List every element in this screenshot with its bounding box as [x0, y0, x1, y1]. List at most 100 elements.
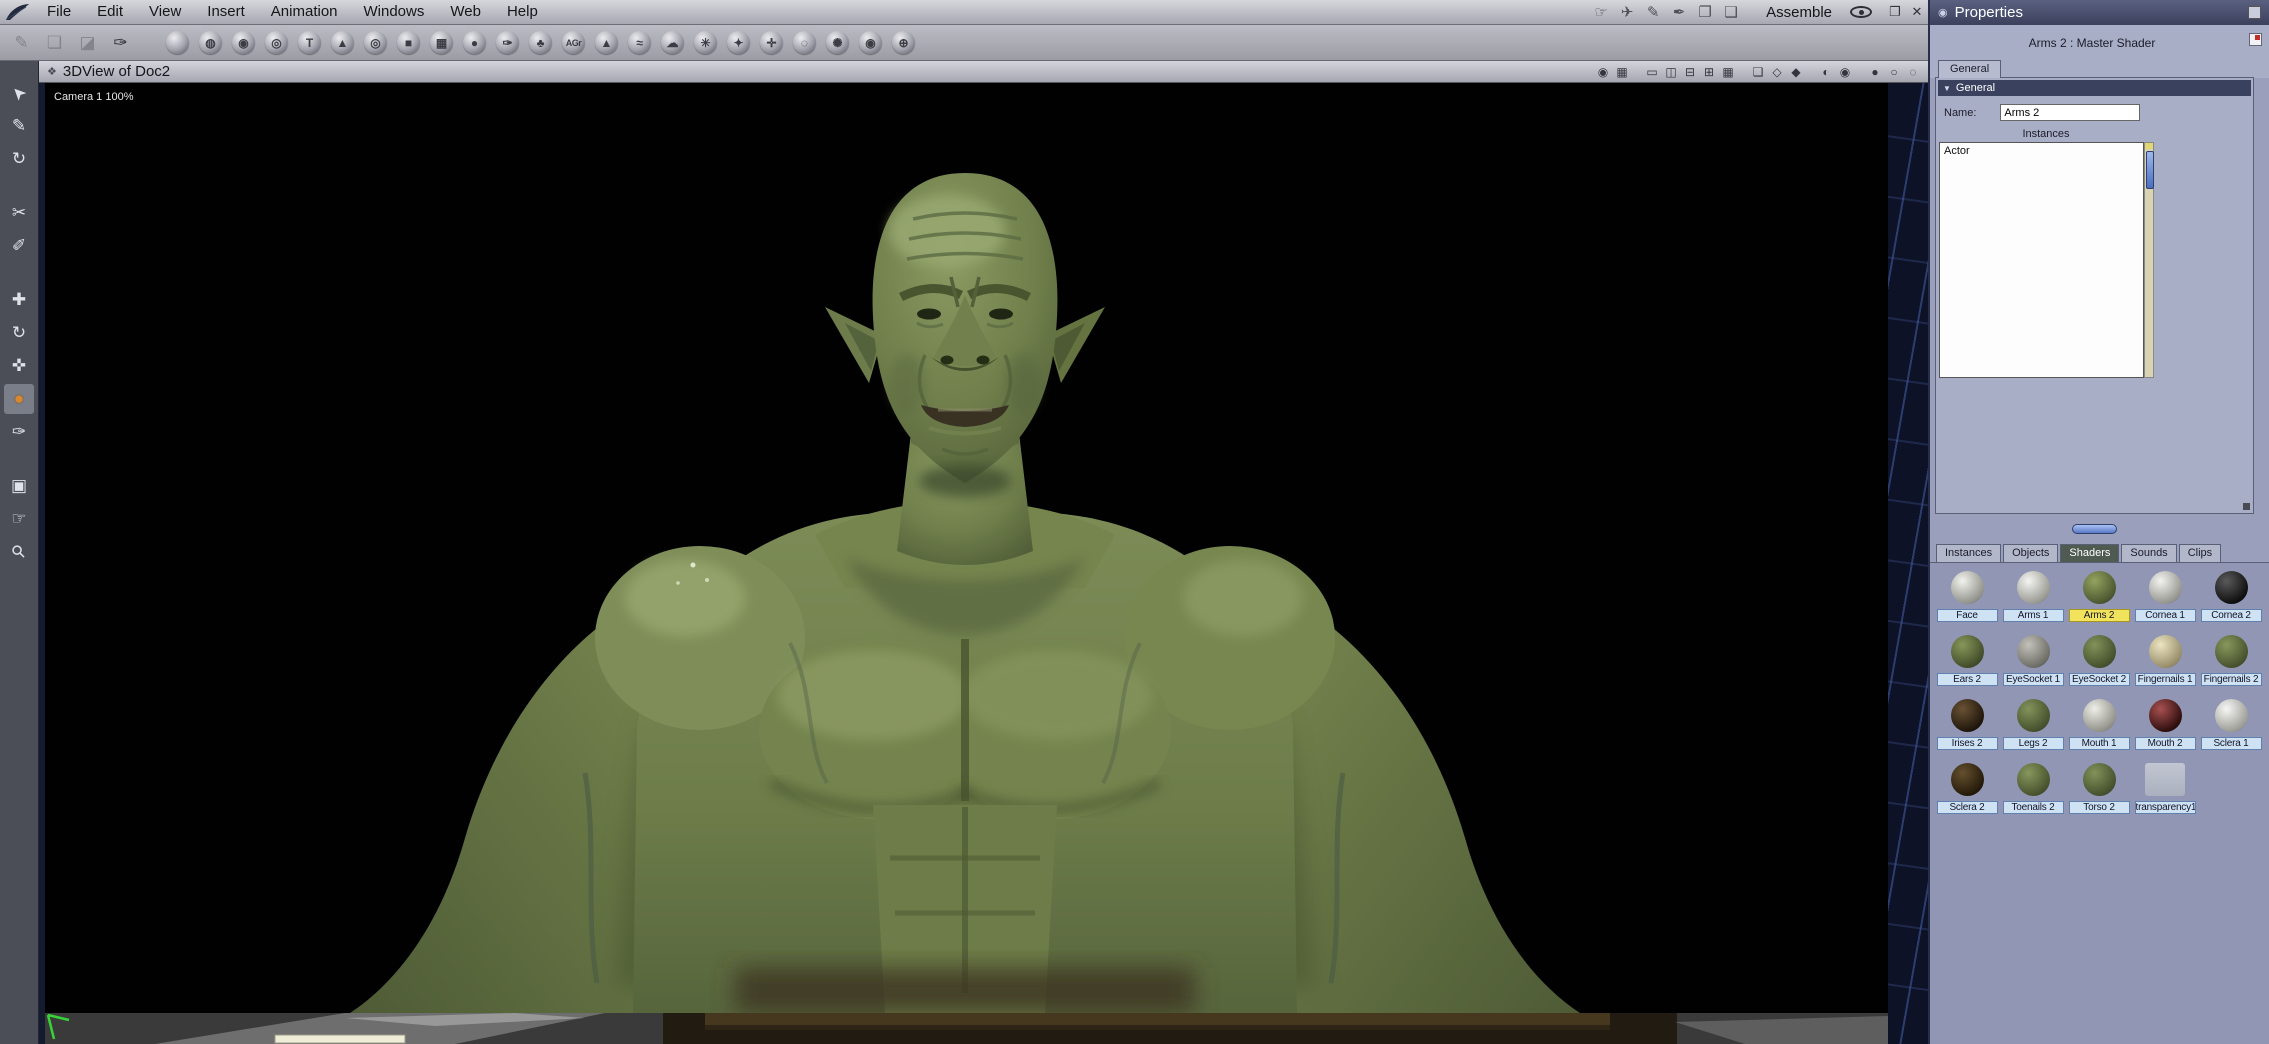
tab-general[interactable]: General	[1938, 60, 2002, 78]
menu-help[interactable]: Help	[494, 0, 551, 24]
shader-eyesocket-1[interactable]: EyeSocket 1	[2001, 635, 2065, 699]
shader-eyesocket-2[interactable]: EyeSocket 2	[2067, 635, 2131, 699]
tab-clips[interactable]: Clips	[2178, 544, 2222, 562]
shader-ears-2[interactable]: Ears 2	[1935, 635, 1999, 699]
pan-tool-icon[interactable]: ☞	[4, 504, 34, 534]
shader-arms-2[interactable]: Arms 2	[2067, 571, 2131, 635]
insert-plant-icon[interactable]: ♣	[527, 29, 554, 56]
room-mode-label[interactable]: Assemble	[1766, 4, 1832, 21]
menu-file[interactable]: File	[34, 0, 84, 24]
package-2-icon[interactable]: ❑	[1718, 3, 1744, 21]
insert-light-icon[interactable]: ✺	[824, 29, 851, 56]
backdrop-icon[interactable]: ◌	[1906, 65, 1920, 79]
paint-select-tool-icon[interactable]: ✎	[4, 111, 34, 141]
insert-camera-icon[interactable]: ◉	[857, 29, 884, 56]
shader-fingernails-1[interactable]: Fingernails 1	[2133, 635, 2197, 699]
panel-splitter-handle[interactable]	[2072, 524, 2117, 534]
layout-single-icon[interactable]: ▭	[1645, 65, 1659, 79]
camera-tool-icon[interactable]: ▣	[4, 471, 34, 501]
wireframe-mode-icon[interactable]: ◇	[1770, 65, 1784, 79]
menu-insert[interactable]: Insert	[194, 0, 258, 24]
insert-oval-icon[interactable]: ●	[461, 29, 488, 56]
insert-cone-icon[interactable]: ▲	[329, 29, 356, 56]
wand-tool-icon[interactable]: ✎	[8, 29, 35, 56]
eyedropper-tool-icon[interactable]: ✐	[4, 231, 34, 261]
texture-shade-icon[interactable]: ◉	[1838, 65, 1852, 79]
layout-4-icon[interactable]: ▦	[1721, 65, 1735, 79]
rotate-view-tool-icon[interactable]: ↻	[4, 144, 34, 174]
shader-mouth-1[interactable]: Mouth 1	[2067, 699, 2131, 763]
smooth-shade-icon[interactable]: ◐	[1819, 65, 1833, 79]
shader-arms-1[interactable]: Arms 1	[2001, 571, 2065, 635]
shader-transparency1[interactable]: transparency1	[2133, 763, 2197, 827]
shader-irises-2[interactable]: Irises 2	[1935, 699, 1999, 763]
pen-icon[interactable]: ✎	[1640, 3, 1666, 21]
viewport-widget-icon[interactable]: ❖	[47, 65, 57, 78]
package-icon[interactable]: ❐	[1692, 3, 1718, 21]
shader-detach-icon[interactable]	[2249, 33, 2262, 46]
scene-viewport[interactable]: Camera 1 100%	[39, 83, 1928, 1044]
shader-face[interactable]: Face	[1935, 571, 1999, 635]
restore-button[interactable]: ❐	[1884, 4, 1906, 20]
insert-bones-icon[interactable]: ✛	[758, 29, 785, 56]
stamp-tool-icon[interactable]: ◪	[74, 29, 101, 56]
menu-animation[interactable]: Animation	[258, 0, 351, 24]
insert-plane-icon[interactable]: ▦	[428, 29, 455, 56]
insert-metaball-icon[interactable]: ◉	[230, 29, 257, 56]
insert-brush-icon[interactable]: ✑	[494, 29, 521, 56]
rotate-tool-icon[interactable]: ↻	[4, 318, 34, 348]
eraser-tool-icon[interactable]: ❏	[41, 29, 68, 56]
resize-notch[interactable]	[2243, 503, 2250, 510]
insert-cloud-icon[interactable]: ☁	[659, 29, 686, 56]
shader-toenails-2[interactable]: Toenails 2	[2001, 763, 2065, 827]
panel-gadget-icon[interactable]	[2248, 6, 2261, 19]
insert-fog-icon[interactable]: ◌	[791, 29, 818, 56]
ink-pen-icon[interactable]: ✒	[1666, 3, 1692, 21]
paintbrush-tool-icon[interactable]: ✑	[107, 29, 134, 56]
select-tool-icon[interactable]: ➤	[0, 72, 40, 114]
preview-sphere-icon[interactable]: ●	[1868, 65, 1882, 79]
shader-name-input[interactable]	[2000, 104, 2141, 121]
shader-ball-tool-icon[interactable]: ●	[4, 384, 34, 414]
insert-vertex-object-icon[interactable]: ◍	[197, 29, 224, 56]
insert-fountain-icon[interactable]: ✦	[725, 29, 752, 56]
timeline-bar[interactable]	[274, 1034, 406, 1044]
wire-sphere-icon[interactable]: ○	[1887, 65, 1901, 79]
production-frame-icon[interactable]: ❏	[1751, 65, 1765, 79]
zoom-tool-icon[interactable]: ⚲	[0, 531, 40, 573]
shader-sclera-1[interactable]: Sclera 1	[2199, 699, 2263, 763]
instances-list[interactable]: Actor	[1939, 142, 2144, 378]
insert-ocean-icon[interactable]: ≈	[626, 29, 653, 56]
menu-web[interactable]: Web	[437, 0, 494, 24]
shader-fingernails-2[interactable]: Fingernails 2	[2199, 635, 2263, 699]
scrollbar-thumb[interactable]	[2145, 151, 2154, 189]
pan-hand-icon[interactable]: ☞	[1588, 3, 1614, 21]
scale-tool-icon[interactable]: ✜	[4, 351, 34, 381]
layout-3-icon[interactable]: ⊞	[1702, 65, 1716, 79]
close-button[interactable]: ✕	[1906, 4, 1928, 20]
move-tool-icon[interactable]: ✚	[4, 285, 34, 315]
tab-sounds[interactable]: Sounds	[2121, 544, 2177, 562]
shader-cornea-1[interactable]: Cornea 1	[2133, 571, 2197, 635]
insert-terrain-icon[interactable]: ▲	[593, 29, 620, 56]
jet-icon[interactable]: ✈	[1614, 3, 1640, 21]
menu-view[interactable]: View	[136, 0, 194, 24]
insert-particles-icon[interactable]: ✳	[692, 29, 719, 56]
insert-cube-icon[interactable]: ■	[395, 29, 422, 56]
tab-instances[interactable]: Instances	[1936, 544, 2002, 562]
shader-torso-2[interactable]: Torso 2	[2067, 763, 2131, 827]
shader-mouth-2[interactable]: Mouth 2	[2133, 699, 2197, 763]
menu-edit[interactable]: Edit	[84, 0, 136, 24]
magnet-snap-icon[interactable]: ◉	[1596, 65, 1610, 79]
flat-shade-icon[interactable]: ◆	[1789, 65, 1803, 79]
layout-2h-icon[interactable]: ⊟	[1683, 65, 1697, 79]
insert-torus-icon[interactable]: ◎	[362, 29, 389, 56]
insert-sphere-icon[interactable]	[164, 29, 191, 56]
grid-snap-icon[interactable]: ▦	[1615, 65, 1629, 79]
paint-tool-icon[interactable]: ✑	[4, 417, 34, 447]
insert-text-icon[interactable]: T	[296, 29, 323, 56]
shader-cornea-2[interactable]: Cornea 2	[2199, 571, 2263, 635]
general-section-header[interactable]: ▼ General	[1938, 80, 2251, 96]
eye-visibility-icon[interactable]	[1850, 6, 1872, 18]
menu-windows[interactable]: Windows	[351, 0, 438, 24]
